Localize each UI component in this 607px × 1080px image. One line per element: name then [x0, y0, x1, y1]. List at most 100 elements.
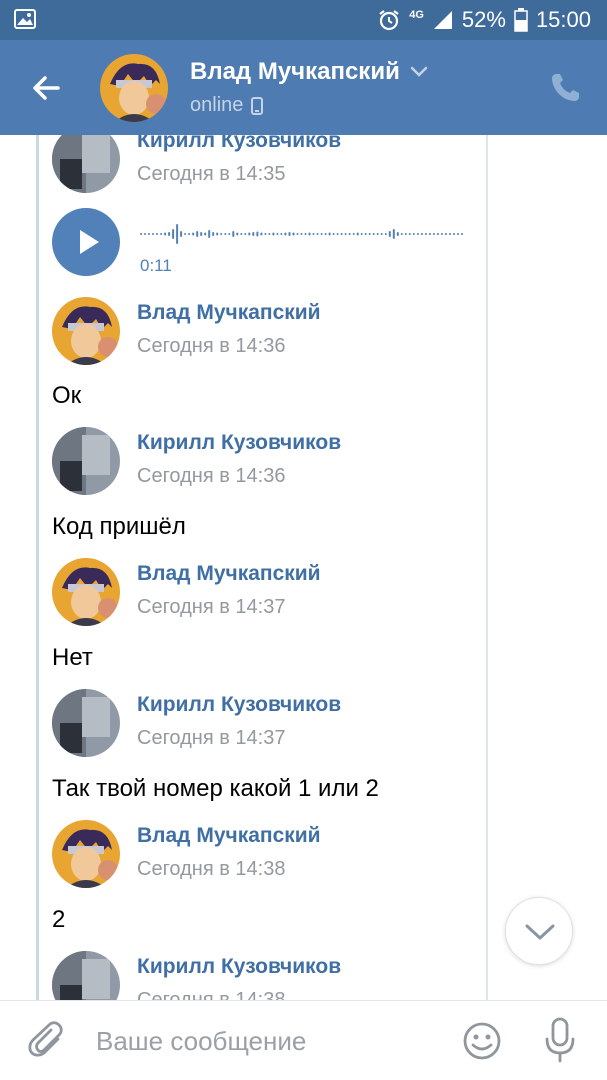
- waveform-bar: [144, 233, 146, 235]
- author-name[interactable]: Кирилл Кузовчиков: [137, 431, 341, 455]
- author-name[interactable]: Кирилл Кузовчиков: [137, 693, 341, 717]
- avatar[interactable]: [52, 820, 120, 888]
- avatar[interactable]: [52, 135, 120, 193]
- author-name[interactable]: Влад Мучкапский: [137, 824, 321, 848]
- waveform-bar: [232, 231, 235, 237]
- message-time: Сегодня в 14:35: [137, 163, 286, 185]
- waveform-bar: [224, 233, 227, 235]
- play-icon: [80, 230, 99, 254]
- scroll-down-button[interactable]: [505, 897, 573, 965]
- author-name[interactable]: Кирилл Кузовчиков: [137, 135, 341, 153]
- voice-duration: 0:11: [140, 256, 172, 275]
- author-name[interactable]: Влад Мучкапский: [137, 562, 321, 586]
- message-header: Кирилл Кузовчиков Сегодня в 14:37: [52, 689, 472, 759]
- waveform-bar: [152, 233, 154, 235]
- clock: 15:00: [535, 7, 591, 32]
- signal-icon: [433, 11, 452, 29]
- waveform-bar: [328, 232, 331, 236]
- message-time: Сегодня в 14:36: [137, 465, 286, 487]
- battery-percent: 52%: [461, 7, 506, 32]
- message-time: Сегодня в 14:38: [137, 989, 286, 1000]
- waveform-bar: [396, 232, 399, 236]
- voice-message: 0:11: [52, 208, 472, 280]
- message-header: Кирилл Кузовчиков Сегодня в 14:36: [52, 427, 472, 497]
- back-arrow-icon[interactable]: [28, 70, 64, 106]
- message-text: Нет: [52, 644, 93, 671]
- waveform-bar: [461, 233, 463, 235]
- paperclip-icon[interactable]: [28, 1021, 66, 1061]
- waveform-bar: [408, 233, 411, 235]
- waveform-bar: [268, 233, 271, 235]
- waveform-bar: [208, 230, 211, 238]
- message-list[interactable]: Кирилл Кузовчиков Сегодня в 14:35 0:11 В…: [0, 135, 607, 1000]
- waveform-bar: [148, 233, 150, 235]
- waveform-bar: [196, 231, 199, 237]
- waveform-bar: [276, 233, 279, 235]
- microphone-icon[interactable]: [542, 1017, 578, 1063]
- waveform-bar: [368, 233, 371, 235]
- waveform-bar: [168, 232, 171, 236]
- waveform-bar: [160, 233, 163, 235]
- waveform-bar: [352, 233, 355, 235]
- waveform-bar: [432, 233, 435, 235]
- waveform-bar: [272, 232, 275, 236]
- phone-icon[interactable]: [549, 70, 583, 104]
- chat-title[interactable]: Влад Мучкапский: [190, 58, 428, 86]
- waveform-bar: [376, 233, 379, 235]
- message-composer: [0, 1000, 607, 1080]
- waveform-bar: [212, 232, 215, 236]
- chevron-down-icon[interactable]: [410, 66, 428, 78]
- waveform-bar: [248, 232, 251, 236]
- waveform-bar: [400, 233, 403, 235]
- waveform-bar: [308, 232, 311, 236]
- header-avatar[interactable]: [100, 54, 168, 122]
- message-input[interactable]: [96, 1021, 436, 1061]
- battery-icon: [514, 8, 528, 32]
- chevron-down-icon: [525, 924, 555, 940]
- waveform-bar: [324, 233, 327, 235]
- avatar[interactable]: [52, 297, 120, 365]
- message-header: Влад Мучкапский Сегодня в 14:38: [52, 820, 472, 890]
- waveform-bar: [372, 233, 375, 235]
- waveform-bar: [384, 233, 387, 235]
- voice-waveform[interactable]: [140, 222, 465, 246]
- author-name[interactable]: Влад Мучкапский: [137, 301, 321, 325]
- waveform-bar: [364, 233, 367, 235]
- avatar[interactable]: [52, 689, 120, 757]
- waveform-bar: [424, 233, 427, 235]
- waveform-bar: [184, 233, 187, 235]
- waveform-bar: [304, 233, 307, 235]
- waveform-bar: [240, 233, 243, 235]
- avatar[interactable]: [52, 558, 120, 626]
- waveform-bar: [428, 233, 431, 235]
- message-header: Влад Мучкапский Сегодня в 14:36: [52, 297, 472, 367]
- waveform-bar: [188, 233, 191, 235]
- waveform-bar: [228, 233, 231, 235]
- waveform-bar: [140, 233, 142, 235]
- forward-bar: [36, 135, 39, 1000]
- waveform-bar: [300, 233, 303, 235]
- avatar[interactable]: [52, 427, 120, 495]
- waveform-bar: [340, 233, 343, 235]
- message-text: Так твой номер какой 1 или 2: [52, 775, 379, 802]
- waveform-bar: [388, 231, 391, 237]
- waveform-bar: [404, 233, 407, 235]
- message-header: Влад Мучкапский Сегодня в 14:37: [52, 558, 472, 628]
- waveform-bar: [220, 233, 223, 235]
- waveform-bar: [252, 232, 255, 236]
- forward-border: [486, 135, 488, 1000]
- waveform-bar: [192, 232, 195, 236]
- waveform-bar: [348, 233, 351, 235]
- alarm-icon: [379, 10, 399, 31]
- waveform-bar: [312, 233, 315, 235]
- play-button[interactable]: [52, 208, 120, 276]
- waveform-bar: [440, 233, 443, 235]
- waveform-bar: [336, 233, 339, 235]
- waveform-bar: [444, 233, 447, 235]
- waveform-bar: [236, 232, 239, 236]
- waveform-bar: [356, 232, 359, 236]
- author-name[interactable]: Кирилл Кузовчиков: [137, 955, 341, 979]
- smile-icon[interactable]: [462, 1021, 502, 1061]
- waveform-bar: [200, 232, 203, 236]
- avatar[interactable]: [52, 951, 120, 1000]
